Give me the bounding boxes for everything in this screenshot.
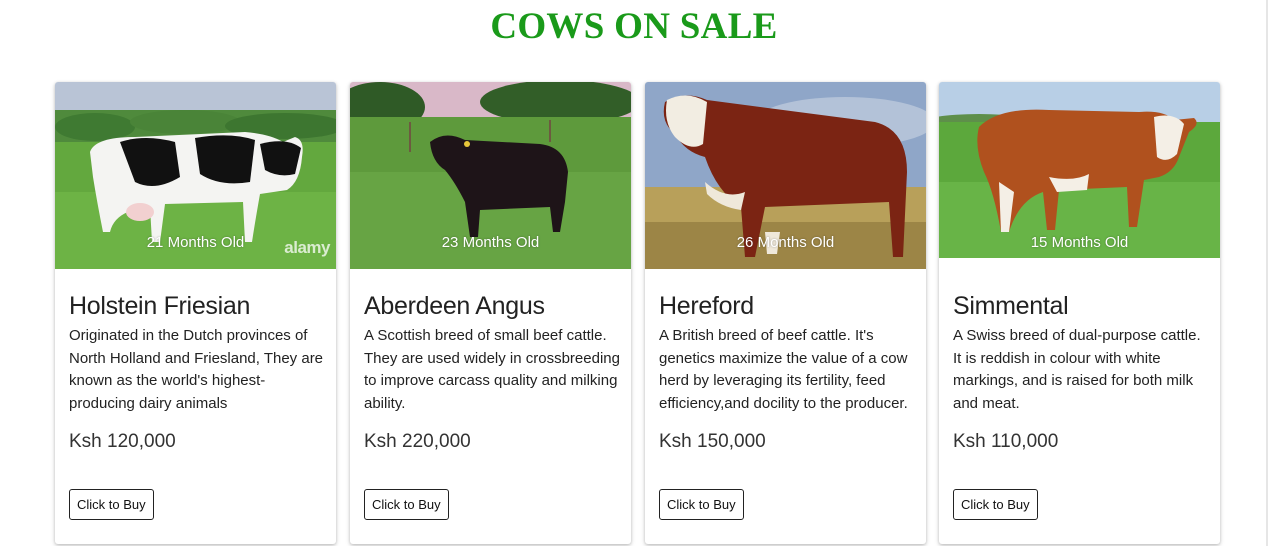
price: Ksh 120,000	[69, 431, 176, 452]
breed-description: A Swiss breed of dual-purpose cattle. It…	[953, 327, 1201, 412]
breed-description: A Scottish breed of small beef cattle. T…	[364, 327, 620, 412]
product-card-list: 21 Months Old alamy Holstein Friesian Or…	[55, 82, 1221, 544]
buy-button[interactable]: Click to Buy	[69, 489, 154, 520]
breed-name: Holstein Friesian	[69, 292, 251, 320]
breed-description: Originated in the Dutch provinces of Nor…	[69, 327, 324, 412]
age-label: 15 Months Old	[1030, 234, 1129, 251]
breed-description: A British breed of beef cattle. It's gen…	[659, 327, 908, 412]
cow-photo: 23 Months Old	[350, 82, 631, 269]
price: Ksh 110,000	[953, 431, 1059, 452]
simmental-cow-photo	[939, 82, 1220, 258]
product-card: 21 Months Old alamy Holstein Friesian Or…	[55, 82, 336, 544]
age-label: 26 Months Old	[736, 234, 835, 251]
product-card: 23 Months Old Aberdeen Angus A Scottish …	[350, 82, 631, 544]
page-title: COWS ON SALE	[490, 6, 778, 47]
price: Ksh 220,000	[364, 431, 471, 452]
breed-name: Aberdeen Angus	[364, 292, 545, 320]
buy-button[interactable]: Click to Buy	[953, 489, 1038, 520]
breed-name: Hereford	[659, 292, 754, 320]
buy-button[interactable]: Click to Buy	[659, 489, 744, 520]
cow-photo: 26 Months Old	[645, 82, 926, 269]
cow-photo: 15 Months Old	[939, 82, 1220, 269]
watermark: alamy	[284, 238, 330, 257]
product-card: 26 Months Old Hereford A British breed o…	[645, 82, 926, 544]
breed-name: Simmental	[953, 292, 1069, 320]
product-card: 15 Months Old Simmental A Swiss breed of…	[939, 82, 1220, 544]
buy-button[interactable]: Click to Buy	[364, 489, 449, 520]
age-label: 23 Months Old	[441, 234, 540, 251]
price: Ksh 150,000	[659, 431, 766, 452]
cow-photo: 21 Months Old alamy	[55, 82, 336, 269]
